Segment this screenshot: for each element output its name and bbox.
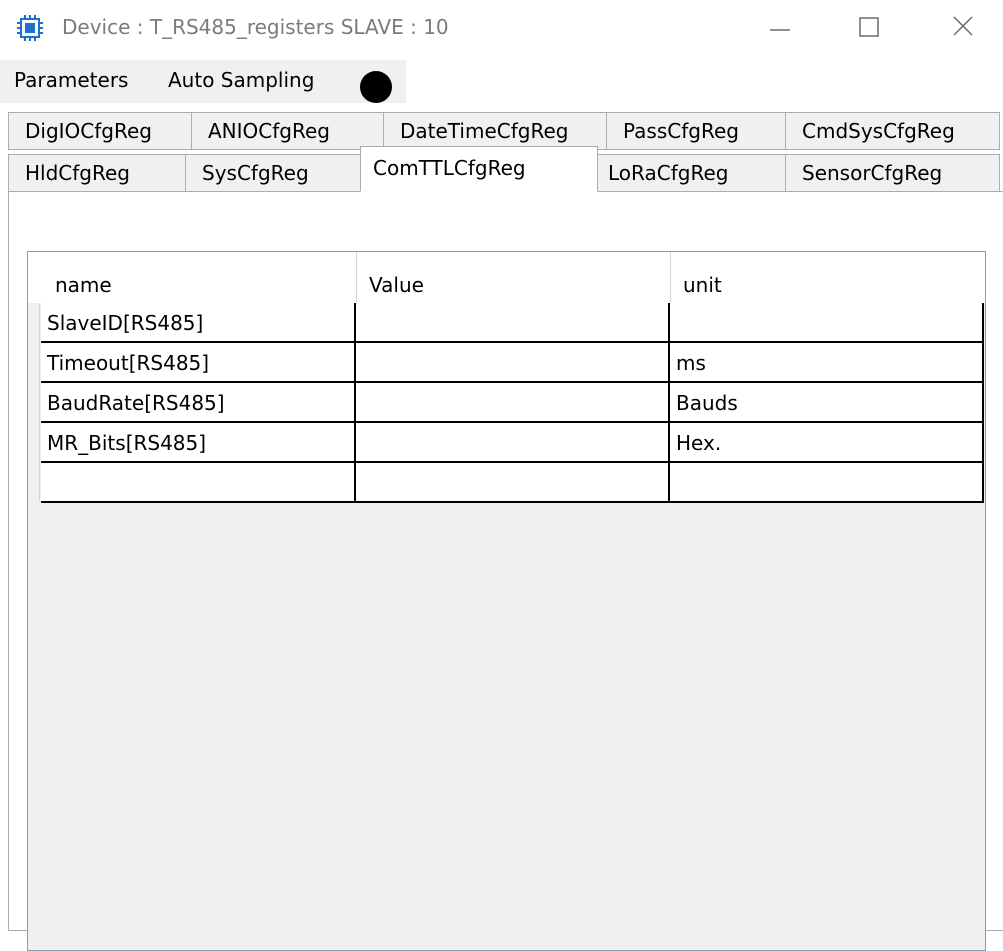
cell-name[interactable]: BaudRate[RS485] [41,383,356,423]
cell-unit[interactable]: Hex. [670,423,984,463]
cell-value[interactable] [356,383,670,423]
tab-syscfgreg[interactable]: SysCfgReg [185,154,363,192]
chip-icon [17,15,43,41]
column-header-name[interactable]: name [41,252,356,303]
tab-aniocfgreg[interactable]: ANIOCfgReg [191,112,384,150]
table-row[interactable]: MR_Bits[RS485] Hex. [41,423,984,463]
row-header-strip [28,303,40,501]
menu-auto-sampling[interactable]: Auto Sampling [168,68,314,92]
status-indicator [360,71,392,103]
title-bar: Device : T_RS485_registers SLAVE : 10 [0,0,1003,56]
maximize-icon [859,17,879,37]
column-header-value[interactable]: Value [356,252,670,303]
register-grid[interactable]: name Value unit SlaveID[RS485] Timeout[R… [27,251,986,951]
column-header-unit[interactable]: unit [670,252,985,303]
cell-name[interactable]: MR_Bits[RS485] [41,423,356,463]
grid-header: name Value unit [28,252,985,303]
menu-parameters[interactable]: Parameters [14,68,128,92]
cell-value[interactable] [356,343,670,383]
maximize-button[interactable] [838,0,898,56]
window-title: Device : T_RS485_registers SLAVE : 10 [62,15,449,39]
cell-unit[interactable]: Bauds [670,383,984,423]
cell-name[interactable]: Timeout[RS485] [41,343,356,383]
table-row[interactable]: BaudRate[RS485] Bauds [41,383,984,423]
tab-comttlcfgreg[interactable]: ComTTLCfgReg [360,146,598,192]
cell-name[interactable]: SlaveID[RS485] [41,303,356,343]
cell-unit[interactable]: ms [670,343,984,383]
cell-value[interactable] [356,423,670,463]
tab-hldcfgreg[interactable]: HldCfgReg [8,154,186,192]
minimize-button[interactable] [752,0,812,56]
tab-digiocfgreg[interactable]: DigIOCfgReg [8,112,192,150]
cell-value[interactable] [356,303,670,343]
close-icon [953,16,973,36]
close-button[interactable] [924,0,984,56]
cell-unit[interactable] [670,303,984,343]
menu-bar: Parameters Auto Sampling [0,60,406,103]
minimize-icon [770,29,790,31]
tab-sensorcfgreg[interactable]: SensorCfgReg [785,154,1000,192]
tab-passcfgreg[interactable]: PassCfgReg [606,112,786,150]
tab-cmdsyscfgreg[interactable]: CmdSysCfgReg [785,112,1000,150]
table-row[interactable]: Timeout[RS485] ms [41,343,984,383]
table-row-new[interactable] [41,463,984,503]
cell-unit[interactable] [670,463,984,503]
tab-loracfgreg[interactable]: LoRaCfgReg [597,154,786,192]
table-row[interactable]: SlaveID[RS485] [41,303,984,343]
cell-name[interactable] [41,463,356,503]
cell-value[interactable] [356,463,670,503]
tab-datetimecfgreg[interactable]: DateTimeCfgReg [383,112,607,150]
